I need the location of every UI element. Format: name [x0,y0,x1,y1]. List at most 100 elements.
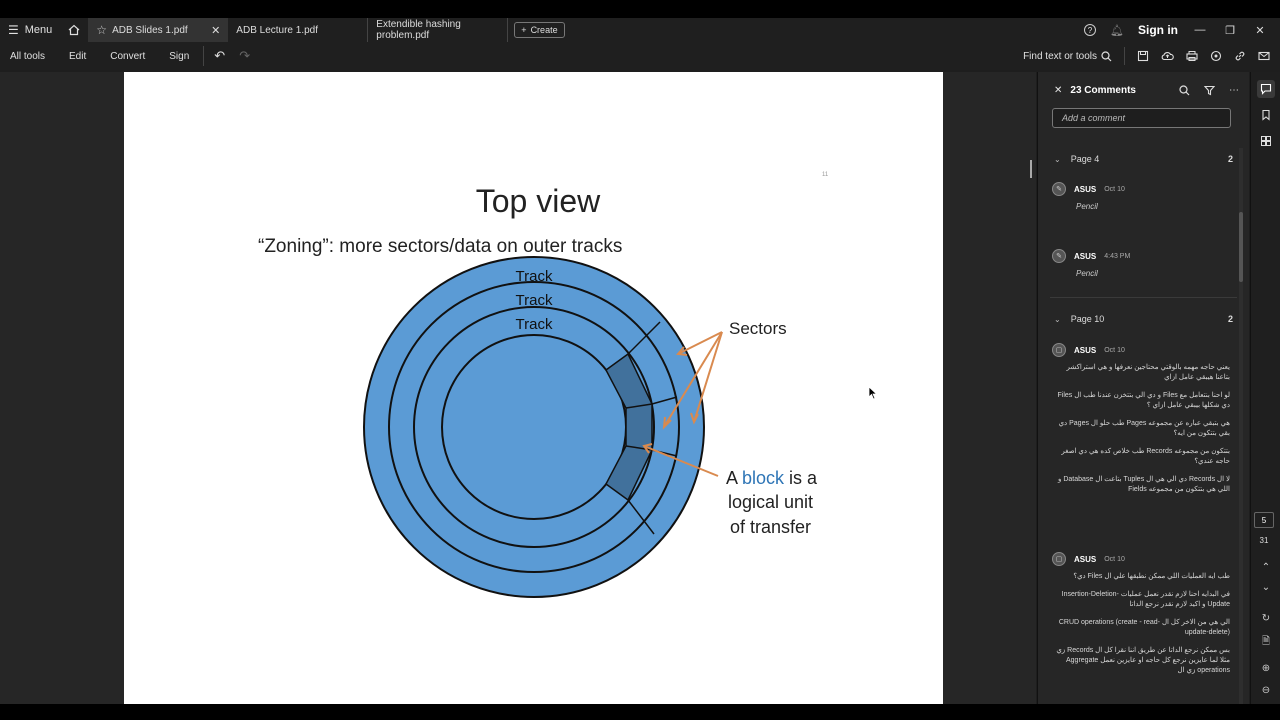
menu-button[interactable]: ☰ Menu [0,18,60,42]
bottom-bar [0,704,1280,720]
bookmark-rail-button[interactable] [1257,106,1275,124]
comment-paragraph: لو احنا بنتعامل مع Files و دي الي بتتخزن… [1057,392,1231,409]
page-group-header[interactable]: ⌄ Page 4 2 [1038,150,1249,168]
help-icon[interactable]: ? [1084,24,1097,36]
comment-item[interactable]: ✎ ASUS Oct 10 Pencil [1052,182,1232,211]
comment-bubble-icon: ▢ [1052,343,1066,357]
sectors-label: Sectors [729,319,787,338]
bookmark-icon [1262,109,1270,121]
ai-assistant-icon[interactable] [1210,50,1222,62]
home-button[interactable] [60,18,88,42]
sign-button[interactable]: Sign [169,51,189,62]
comments-header: ✕ 23 Comments ⋯ [1038,72,1249,108]
zoom-out-button[interactable]: ⊖ [1257,681,1275,699]
tab-label: Extendible hashing problem.pdf [376,19,461,41]
track-label: Track [516,268,553,285]
restore-icon[interactable]: ❐ [1222,24,1238,37]
find-tools-button[interactable]: Find text or tools [1023,51,1112,62]
plus-icon: + [521,25,527,35]
page-up-button[interactable]: ⌃ [1257,558,1275,576]
pencil-annotation-icon: ✎ [1052,249,1066,263]
zoom-in-button[interactable]: ⊕ [1257,659,1275,677]
rotate-button[interactable]: ↻ [1257,609,1275,627]
comment-paragraph: في البدايه احنا لازم نقدر نعمل عمليات In… [1061,591,1230,608]
slide-title: Top view [476,183,601,219]
page-marker: 11 [822,172,829,178]
slide-diagram: 11 Top view “Zoning”: more sectors/data … [258,172,829,598]
mail-icon[interactable] [1258,50,1270,62]
current-page-input[interactable]: 5 [1254,512,1274,528]
panel-scrollbar[interactable] [1239,148,1243,704]
chevron-down-icon: ⌄ [1261,581,1271,593]
grid-icon [1261,136,1271,146]
thumbnails-rail-button[interactable] [1257,132,1275,150]
link-icon[interactable] [1234,50,1246,62]
comments-rail-button[interactable] [1257,80,1275,98]
main-toolbar: All tools Edit Convert Sign ↶ ↷ Find tex… [0,42,1280,70]
add-comment-input[interactable]: Add a comment [1052,108,1231,128]
comment-item[interactable]: ▢ ASUS Oct 10 طب ايه العمليات اللي ممكن … [1052,552,1232,684]
zoom-in-icon: ⊕ [1261,662,1271,674]
block-caption-line3: of transfer [730,517,811,537]
page-fit-button[interactable]: 🗎︎ [1257,633,1275,651]
track-label: Track [516,316,553,333]
pencil-annotation-icon: ✎ [1052,182,1066,196]
edit-button[interactable]: Edit [69,51,86,62]
comment-paragraph: هي بتبقي عباره عن مجموعه Pages طب حلو ال… [1058,420,1230,437]
refresh-icon: ↻ [1261,612,1271,624]
undo-icon[interactable]: ↶ [214,48,225,64]
upload-cloud-icon[interactable] [1161,50,1174,62]
comment-group-page-10: ⌄ Page 10 2 [1038,310,1249,328]
page-group-count: 2 [1227,314,1233,324]
search-icon [1101,50,1112,61]
tab-extendible-hashing[interactable]: Extendible hashing problem.pdf [368,18,509,42]
all-tools-button[interactable]: All tools [10,51,45,62]
toolbar-divider [203,46,205,66]
right-rail: ⌃ ⌄ ↻ 🗎︎ ⊕ ⊖ [1250,72,1280,704]
comment-item[interactable]: ▢ ASUS Oct 10 يعني حاجه مهمه بالوقتي محت… [1052,343,1232,503]
comment-date: Oct 10 [1104,555,1125,563]
page-group-count: 2 [1227,154,1233,164]
total-pages: 31 [1259,536,1269,545]
page-group-header[interactable]: ⌄ Page 10 2 [1038,310,1249,328]
comment-body: Pencil [1076,202,1098,211]
block-caption-line1: A block is a [726,468,818,488]
block-caption-line2: logical unit [728,492,813,512]
filter-icon[interactable] [1204,85,1215,96]
minimize-icon[interactable]: — [1192,24,1208,36]
tab-adb-lecture[interactable]: ADB Lecture 1.pdf [228,18,369,42]
hamburger-icon: ☰ [8,23,19,37]
comment-paragraph: بتتكون من مجموعه Records طب خلاص كده هي … [1061,448,1230,465]
comments-count-title: 23 Comments [1070,84,1136,96]
canvas-scroll-indicator[interactable] [1030,160,1032,178]
sign-in-button[interactable]: Sign in [1138,23,1178,37]
tab-bar: ☰ Menu ☆ ADB Slides 1.pdf ✕ ADB Lecture … [0,18,1280,42]
page-down-button[interactable]: ⌄ [1257,578,1275,596]
panel-scrollbar-thumb[interactable] [1239,212,1243,282]
comment-body: طب ايه العمليات اللي ممكن نطبقها علي ال … [1052,572,1230,676]
comment-rail-icon [1260,83,1272,95]
redo-icon[interactable]: ↷ [239,48,250,64]
slide-subtitle: “Zoning”: more sectors/data on outer tra… [258,236,622,257]
comment-paragraph: بس ممكن نرجع الداتا عن طريق اننا نقرا كل… [1056,647,1230,674]
window-close-icon[interactable]: ✕ [1252,24,1268,37]
bell-icon[interactable]: 🔔︎ [1110,24,1124,37]
chevron-down-icon: ⌄ [1054,154,1061,164]
close-panel-icon[interactable]: ✕ [1054,85,1062,96]
comment-paragraph: لا ال Records دي الي هي ال Tuples بتاعت … [1058,476,1230,493]
search-icon[interactable] [1179,84,1190,96]
comment-paragraph: الي هي من الاخر كل ال CRUD operations (c… [1058,619,1230,636]
comment-date: 4:43 PM [1104,252,1131,260]
save-icon[interactable] [1137,50,1149,62]
comment-item[interactable]: ✎ ASUS 4:43 PM Pencil [1052,249,1232,278]
print-icon[interactable] [1186,50,1198,62]
comment-group-page-4: ⌄ Page 4 2 [1038,150,1249,168]
tab-adb-slides[interactable]: ☆ ADB Slides 1.pdf ✕ [88,18,229,42]
more-options-icon[interactable]: ⋯ [1229,85,1239,96]
create-button[interactable]: + Create [514,22,565,38]
close-icon[interactable]: ✕ [211,24,220,37]
comment-body: Pencil [1076,269,1098,278]
star-icon[interactable]: ☆ [96,23,107,37]
convert-button[interactable]: Convert [110,51,145,62]
comment-date: Oct 10 [1104,185,1125,193]
